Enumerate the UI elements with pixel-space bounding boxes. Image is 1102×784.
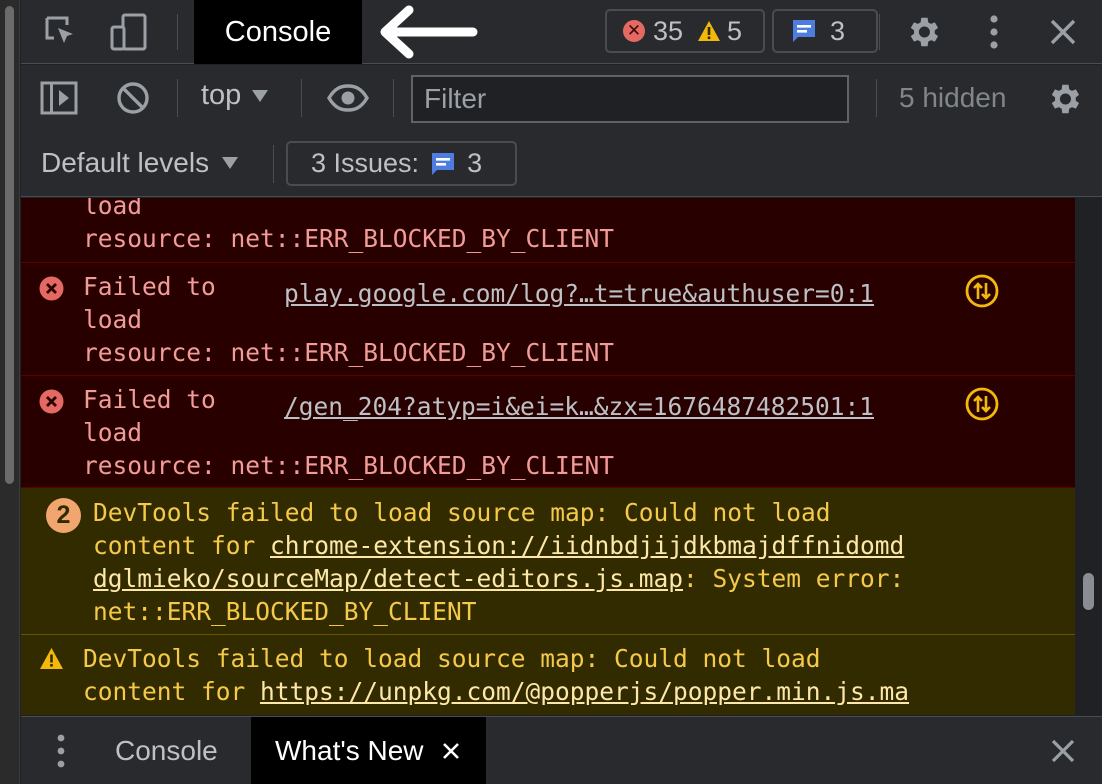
issues-button[interactable]: 3 Issues: 3	[286, 141, 517, 186]
context-selector[interactable]: top	[201, 79, 269, 112]
toolbar-divider	[301, 79, 302, 117]
message-text: load	[83, 198, 143, 220]
toolbar-divider	[177, 79, 178, 117]
network-request-icon[interactable]	[965, 274, 999, 308]
drawer-tab-console[interactable]: Console	[115, 717, 245, 784]
issue-counter[interactable]: ✕ 35 5	[605, 9, 765, 53]
issues-label: 3 Issues:	[311, 148, 420, 178]
console-scrollbar[interactable]	[1075, 198, 1102, 715]
drawer-tab-label: What's New	[275, 735, 424, 766]
tab-console[interactable]: Console	[194, 0, 362, 64]
message-counter[interactable]: 3	[772, 9, 878, 53]
message-text: content for	[83, 677, 261, 706]
live-expression-eye-icon[interactable]	[326, 79, 370, 117]
toolbar-divider	[876, 79, 877, 117]
drawer-tab-whats-new[interactable]: What's New	[251, 717, 486, 784]
arrow-annotation-icon	[380, 5, 478, 59]
device-toolbar-icon[interactable]	[108, 12, 150, 52]
message-text: Failed to	[83, 272, 216, 301]
issues-count: 3	[467, 148, 483, 178]
page-scrollbar[interactable]	[0, 0, 20, 784]
error-icon	[39, 389, 64, 414]
warning-icon	[698, 21, 721, 41]
close-tab-icon[interactable]	[442, 742, 460, 760]
console-error-message: Failed to load resource: net::ERR_BLOCKE…	[21, 263, 1075, 376]
message-text: DevTools failed to load source map: Coul…	[93, 498, 831, 527]
message-text: resource: net::ERR_BLOCKED_BY_CLIENT	[83, 224, 615, 253]
message-text: DevTools failed to load source map: Coul…	[83, 644, 821, 673]
warning-icon	[40, 648, 63, 669]
toolbar-divider	[177, 14, 178, 50]
settings-gear-icon[interactable]	[901, 12, 945, 52]
context-selector-value: top	[201, 79, 242, 111]
message-text-line: content for chrome-extension://iidnbdjij…	[93, 529, 904, 562]
dropdown-arrow-icon	[252, 89, 269, 102]
source-map-link[interactable]: chrome-extension://iidnbdjijdkbmajdffnid…	[270, 531, 904, 560]
console-toolbar-levels: Default levels 3 Issues: 3	[21, 131, 1102, 197]
message-text-line: dglmieko/sourceMap/detect-editors.js.map…	[93, 562, 904, 595]
message-icon	[793, 20, 815, 42]
console-settings-gear-icon[interactable]	[1043, 79, 1085, 119]
more-options-icon[interactable]	[979, 12, 1009, 52]
console-error-message: Failed to load resource: net::ERR_BLOCKE…	[21, 376, 1075, 488]
toolbar-divider	[393, 79, 394, 117]
message-text: content for	[93, 531, 271, 560]
issues-message-icon	[432, 152, 455, 175]
console-messages: load resource: net::ERR_BLOCKED_BY_CLIEN…	[21, 198, 1075, 715]
page-scrollbar-thumb[interactable]	[5, 6, 14, 484]
message-text: load	[83, 418, 143, 447]
message-text: Failed to	[83, 385, 216, 414]
log-levels-dropdown[interactable]: Default levels	[41, 147, 239, 179]
error-icon	[39, 276, 64, 301]
network-request-icon[interactable]	[965, 387, 999, 421]
message-text: net::ERR_BLOCKED_BY_CLIENT	[93, 597, 477, 626]
sidebar-toggle-icon[interactable]	[39, 79, 79, 117]
message-count: 3	[830, 15, 846, 46]
dropdown-arrow-icon	[222, 157, 239, 169]
message-text: load	[83, 305, 143, 334]
toolbar-divider	[879, 14, 880, 50]
filter-placeholder: Filter	[424, 83, 487, 114]
drawer-more-icon[interactable]	[49, 731, 73, 771]
filter-input[interactable]: Filter	[411, 75, 849, 123]
repeat-count-badge: 2	[46, 498, 81, 533]
message-text-line: content for https://unpkg.com/@popperjs/…	[83, 675, 909, 708]
close-drawer-icon[interactable]	[1045, 733, 1081, 769]
console-warning-message: 2 DevTools failed to load source map: Co…	[21, 488, 1075, 635]
message-text: resource: net::ERR_BLOCKED_BY_CLIENT	[83, 338, 615, 367]
toolbar-divider	[273, 145, 274, 183]
console-toolbar: top Filter 5 hidden	[21, 65, 1102, 131]
source-link[interactable]: /gen_204?atyp=i&ei=k…&zx=1676487482501:1	[284, 390, 874, 423]
inspect-element-icon[interactable]	[41, 12, 81, 52]
error-count: 35	[653, 15, 684, 46]
log-levels-label: Default levels	[41, 147, 210, 178]
devtools-panel: Console ✕ 35 5 3 top Filter 5 hidden Def…	[21, 0, 1102, 784]
message-text: resource: net::ERR_BLOCKED_BY_CLIENT	[83, 451, 615, 480]
clear-console-icon[interactable]	[113, 79, 153, 117]
source-link[interactable]: play.google.com/log?…t=true&authuser=0:1	[284, 277, 874, 310]
devtools-tabbar: Console ✕ 35 5 3	[21, 0, 1102, 64]
hidden-messages-count: 5 hidden	[899, 82, 1007, 113]
warning-count: 5	[727, 15, 743, 46]
error-icon: ✕	[623, 20, 645, 42]
source-map-link[interactable]: dglmieko/sourceMap/detect-editors.js.map	[93, 564, 683, 593]
message-text: : System error:	[683, 564, 905, 593]
console-scrollbar-thumb[interactable]	[1083, 573, 1094, 610]
source-map-link[interactable]: https://unpkg.com/@popperjs/popper.min.j…	[260, 677, 909, 706]
console-warning-message: DevTools failed to load source map: Coul…	[21, 635, 1075, 715]
console-error-message: load resource: net::ERR_BLOCKED_BY_CLIEN…	[21, 198, 1075, 263]
drawer-tabbar: Console What's New	[21, 716, 1102, 784]
close-icon[interactable]	[1045, 14, 1081, 50]
